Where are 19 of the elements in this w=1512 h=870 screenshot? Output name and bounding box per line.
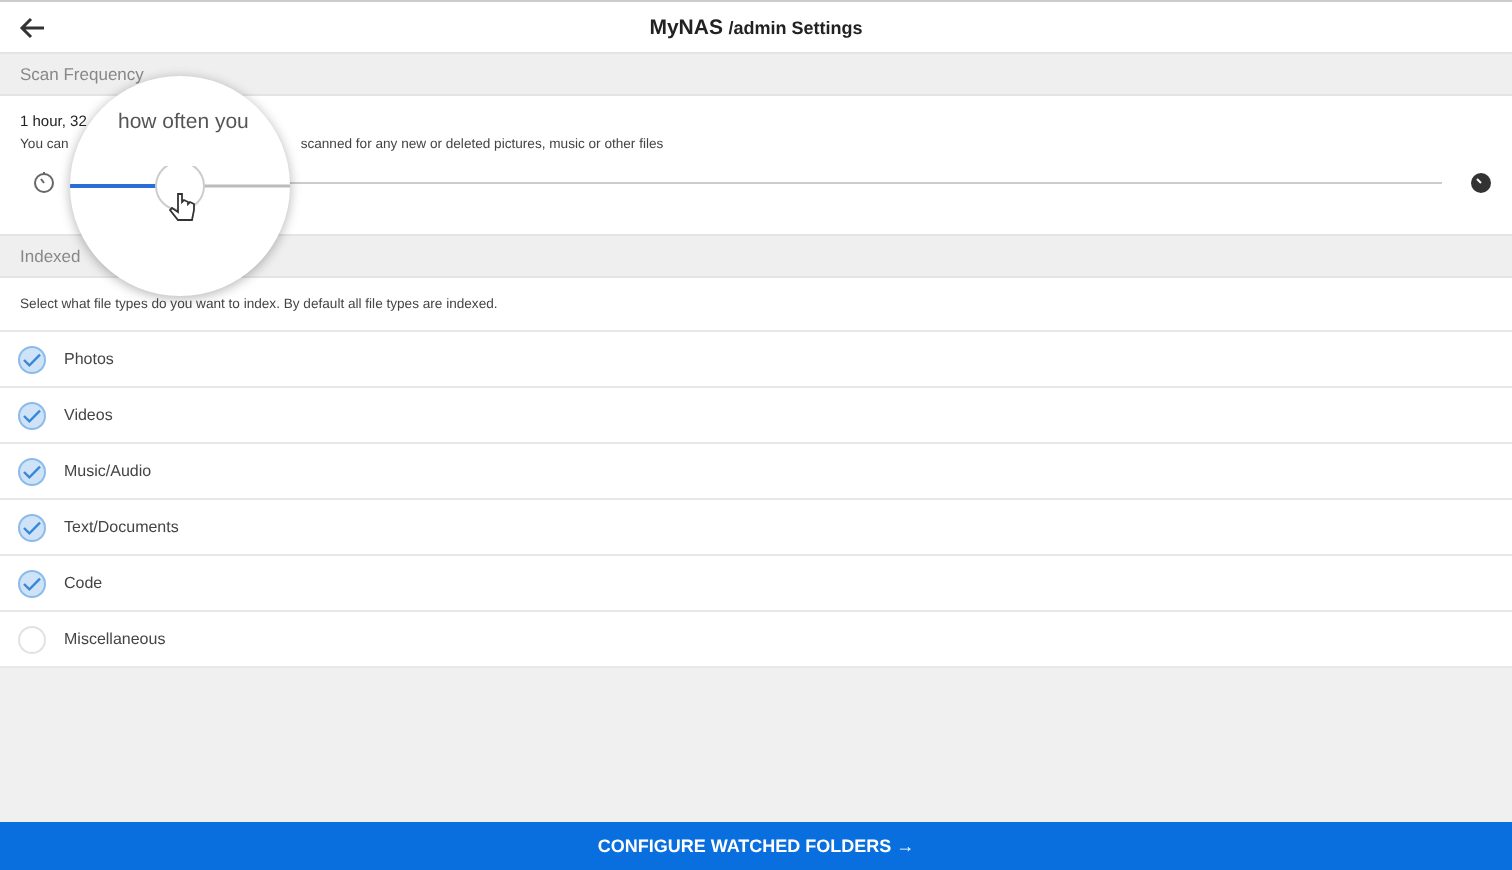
checkbox[interactable] bbox=[18, 345, 46, 373]
checkbox[interactable] bbox=[18, 457, 46, 485]
section-heading: Indexed bbox=[20, 246, 81, 266]
checkbox[interactable] bbox=[18, 569, 46, 597]
file-type-label: Photos bbox=[64, 350, 114, 368]
section-heading: Scan Frequency bbox=[20, 64, 144, 84]
file-type-label: Music/Audio bbox=[64, 462, 152, 480]
timer-icon bbox=[32, 170, 56, 194]
magnified-text: how often you bbox=[118, 110, 249, 134]
clock-icon bbox=[1470, 171, 1492, 193]
file-type-label: Miscellaneous bbox=[64, 630, 166, 648]
window-title: MyNAS /admin Settings bbox=[649, 17, 863, 39]
file-type-label: Videos bbox=[64, 406, 113, 424]
configure-folders-button[interactable]: CONFIGURE WATCHED FOLDERS → bbox=[0, 822, 1512, 870]
file-type-label: Code bbox=[64, 574, 103, 592]
checkbox[interactable] bbox=[18, 513, 46, 541]
back-arrow-icon[interactable] bbox=[18, 16, 46, 40]
file-type-label: Text/Documents bbox=[64, 518, 179, 536]
checkbox[interactable] bbox=[18, 401, 46, 429]
